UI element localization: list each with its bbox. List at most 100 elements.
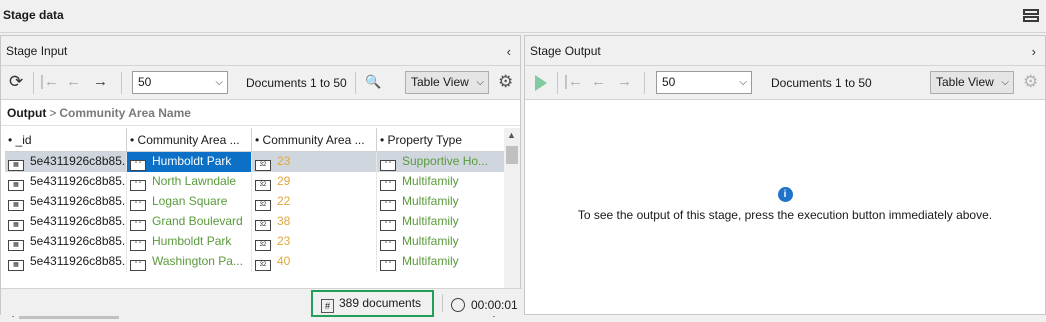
view-mode-value: Table View — [936, 75, 994, 89]
document-range-text: Documents 1 to 50 — [246, 76, 347, 90]
string-icon: " " — [380, 260, 396, 271]
stage-input-toolbar: ⟳ |← ← → 50 ⌵ Documents 1 to 50 🔍 Table … — [1, 66, 520, 100]
area-name-cell[interactable]: " " Grand Boulevard — [127, 212, 252, 232]
string-icon: " " — [380, 240, 396, 251]
property-type-cell[interactable]: " " Multifamily — [377, 192, 505, 212]
string-icon: " " — [380, 160, 396, 171]
int32-icon: 32 — [255, 240, 271, 251]
table-header: • _id • Community Area ... • Community A… — [5, 128, 505, 152]
string-icon: " " — [130, 160, 146, 171]
previous-page-icon[interactable]: ← — [66, 74, 81, 90]
collapse-right-chevron-icon[interactable]: › — [1032, 44, 1036, 59]
id-cell[interactable]: ▦ 5e4311926c8b85... — [5, 212, 127, 232]
table-row[interactable]: ▦ 5e4311926c8b85... " " Washington Pa... 3… — [5, 252, 505, 272]
area-name-cell[interactable]: " " Humboldt Park — [127, 152, 252, 172]
query-document-icon[interactable]: 🔍 — [365, 74, 381, 90]
refresh-icon[interactable]: ⟳ — [9, 73, 23, 90]
stage-data-window: Stage data Stage Input ‹ ⟳ |← ← → 50 ⌵ D… — [0, 0, 1046, 322]
property-type-cell[interactable]: " " Multifamily — [377, 232, 505, 252]
first-page-icon[interactable]: |← — [564, 74, 583, 90]
string-icon: " " — [130, 240, 146, 251]
area-name-cell[interactable]: " " Washington Pa... — [127, 252, 252, 272]
int32-icon: 32 — [255, 260, 271, 271]
chevron-down-icon: ⌵ — [739, 77, 747, 88]
id-cell[interactable]: ▦ 5e4311926c8b85... — [5, 172, 127, 192]
property-type-cell[interactable]: " " Multifamily — [377, 172, 505, 192]
id-cell[interactable]: ▦ 5e4311926c8b85... — [5, 232, 127, 252]
area-number-cell[interactable]: 32 23 — [252, 152, 377, 172]
breadcrumb-root[interactable]: Output — [7, 106, 46, 120]
window-title: Stage data — [3, 8, 64, 22]
area-name-cell[interactable]: " " Humboldt Park — [127, 232, 252, 252]
settings-gear-icon[interactable]: ⚙ — [1023, 73, 1038, 90]
int32-icon: 32 — [255, 220, 271, 231]
page-size-select[interactable]: 50 ⌵ — [656, 71, 752, 94]
string-icon: " " — [380, 180, 396, 191]
area-number-cell[interactable]: 32 29 — [252, 172, 377, 192]
layout-menu-icon[interactable] — [1022, 8, 1040, 24]
string-icon: " " — [130, 200, 146, 211]
area-number-cell[interactable]: 32 38 — [252, 212, 377, 232]
id-cell[interactable]: ▦ 5e4311926c8b85... — [5, 252, 127, 272]
area-number-cell[interactable]: 32 40 — [252, 252, 377, 272]
settings-gear-icon[interactable]: ⚙ — [498, 73, 513, 90]
info-message: To see the output of this stage, press t… — [577, 208, 993, 222]
vertical-scrollbar[interactable]: ▲ ▼ — [504, 128, 520, 306]
object-icon: ▦ — [8, 180, 24, 191]
status-bar: #389 documents 00:00:01 — [1, 288, 522, 317]
breadcrumb-separator-icon: > — [49, 106, 57, 120]
first-page-icon[interactable]: |← — [40, 74, 59, 90]
stage-input-header: Stage Input ‹ — [1, 36, 520, 66]
column-header[interactable]: • _id — [5, 128, 127, 152]
view-mode-select[interactable]: Table View ⌵ — [405, 71, 489, 94]
area-number-cell[interactable]: 32 23 — [252, 232, 377, 252]
view-mode-select[interactable]: Table View ⌵ — [930, 71, 1014, 94]
id-cell[interactable]: ▦ 5e4311926c8b85... — [5, 192, 127, 212]
run-play-icon[interactable] — [535, 75, 547, 91]
scroll-thumb[interactable] — [506, 146, 518, 164]
column-header[interactable]: • Property Type — [377, 128, 505, 152]
int32-icon: 32 — [255, 160, 271, 171]
stage-output-header: Stage Output › — [525, 36, 1045, 66]
property-type-cell[interactable]: " " Multifamily — [377, 252, 505, 272]
int32-icon: 32 — [255, 180, 271, 191]
area-name-cell[interactable]: " " Logan Square — [127, 192, 252, 212]
area-number-cell[interactable]: 32 22 — [252, 192, 377, 212]
stage-input-panel: Stage Input ‹ ⟳ |← ← → 50 ⌵ Documents 1 … — [0, 35, 522, 322]
breadcrumb: Output > Community Area Name — [1, 100, 520, 126]
elapsed-time: 00:00:01 — [451, 295, 518, 312]
column-header[interactable]: • Community Area ... — [127, 128, 252, 152]
document-count-badge: #389 documents — [311, 290, 434, 317]
object-icon: ▦ — [8, 260, 24, 271]
stopwatch-icon — [451, 298, 465, 312]
chevron-down-icon: ⌵ — [1001, 77, 1009, 88]
table-row[interactable]: ▦ 5e4311926c8b85... " " Logan Square 32 22 … — [5, 192, 505, 212]
table-row[interactable]: ▦ 5e4311926c8b85... " " Grand Boulevard 32… — [5, 212, 505, 232]
stage-output-title: Stage Output — [530, 44, 601, 58]
next-page-icon[interactable]: → — [93, 74, 108, 90]
scroll-up-icon[interactable]: ▲ — [507, 130, 516, 140]
page-size-select[interactable]: 50 ⌵ — [132, 71, 228, 94]
table-row[interactable]: ▦ 5e4311926c8b85... " " Humboldt Park 32 23… — [5, 232, 505, 252]
stage-output-toolbar: |← ← → 50 ⌵ Documents 1 to 50 Table View… — [525, 66, 1045, 100]
object-icon: ▦ — [8, 240, 24, 251]
stage-input-title: Stage Input — [6, 44, 68, 58]
string-icon: " " — [130, 260, 146, 271]
string-icon: " " — [380, 200, 396, 211]
collapse-left-chevron-icon[interactable]: ‹ — [507, 44, 511, 59]
documents-table: • _id • Community Area ... • Community A… — [5, 128, 522, 285]
property-type-cell[interactable]: " " Multifamily — [377, 212, 505, 232]
id-cell[interactable]: ▦ 5e4311926c8b85... — [5, 152, 127, 172]
document-range-text: Documents 1 to 50 — [771, 76, 872, 90]
table-row[interactable]: ▦ 5e4311926c8b85... " " Humboldt Park 32 23… — [5, 152, 505, 172]
table-row[interactable]: ▦ 5e4311926c8b85... " " North Lawndale 32 2… — [5, 172, 505, 192]
area-name-cell[interactable]: " " North Lawndale — [127, 172, 252, 192]
column-header[interactable]: • Community Area ... — [252, 128, 377, 152]
property-type-cell[interactable]: " " Supportive Ho... — [377, 152, 505, 172]
previous-page-icon[interactable]: ← — [591, 74, 606, 90]
title-bar: Stage data — [0, 0, 1046, 33]
page-size-value: 50 — [138, 75, 152, 89]
string-icon: " " — [130, 220, 146, 231]
object-icon: ▦ — [8, 200, 24, 211]
next-page-icon[interactable]: → — [617, 74, 632, 90]
